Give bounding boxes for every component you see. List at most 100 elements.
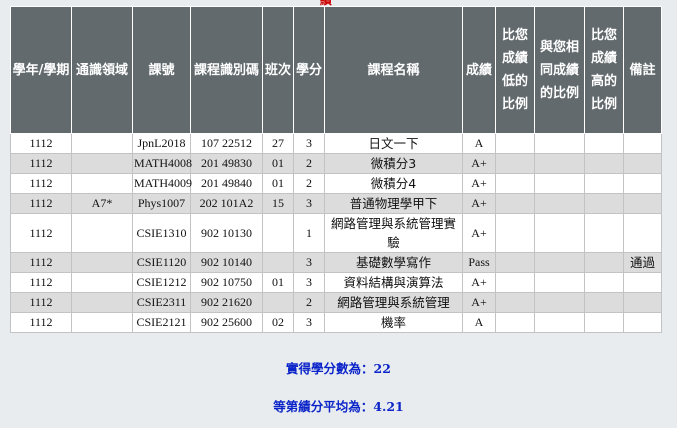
cell-note [623, 272, 662, 293]
cell-course-id: 902 21620 [190, 292, 263, 313]
cell-grade: A [462, 133, 496, 154]
total-credits-label: 實得學分數為： [286, 361, 374, 376]
table-row: 1112 CSIE1120 902 10140 3 基礎數學寫作 Pass 通過 [10, 252, 662, 273]
cell-field [71, 272, 133, 293]
cell-class: 02 [262, 312, 294, 333]
cell-same-ratio [534, 252, 585, 273]
cell-class: 01 [262, 153, 294, 174]
cell-note [623, 173, 662, 194]
cell-grade: A+ [462, 292, 496, 313]
gpa-line: 等第績分平均為：4.21 [0, 396, 677, 415]
cell-class: 01 [262, 272, 294, 293]
cell-term: 1112 [10, 312, 72, 333]
table-row: 1112 MATH4009 201 49840 01 2 微積分4 A+ [10, 173, 662, 194]
cell-higher-ratio [584, 272, 624, 293]
cell-same-ratio [534, 153, 585, 174]
cell-course-id: 902 25600 [190, 312, 263, 333]
table-header-row: 學年/學期 通識領域 課號 課程識別碼 班次 學分 課程名稱 成績 比您成績低的… [10, 6, 662, 134]
cell-field [71, 252, 133, 273]
cell-grade: A+ [462, 213, 496, 253]
cell-lower-ratio [495, 272, 535, 293]
cell-note [623, 153, 662, 174]
table-row: 1112 JpnL2018 107 22512 27 3 日文一下 A [10, 133, 662, 154]
header-credits: 學分 [293, 6, 325, 134]
header-higher-ratio: 比您成績高的比例 [584, 6, 624, 134]
cell-term: 1112 [10, 292, 72, 313]
cell-credits: 3 [293, 312, 325, 333]
header-note: 備註 [623, 6, 662, 134]
cell-note [623, 213, 662, 253]
header-same-ratio: 與您相同成績的比例 [534, 6, 585, 134]
cell-same-ratio [534, 312, 585, 333]
cell-credits: 1 [293, 213, 325, 253]
header-grade: 成績 [462, 6, 496, 134]
header-field: 通識領域 [71, 6, 133, 134]
cell-lower-ratio [495, 193, 535, 214]
cell-course-name: 基礎數學寫作 [324, 252, 463, 273]
header-class: 班次 [262, 6, 294, 134]
cell-class [262, 252, 294, 273]
cell-term: 1112 [10, 272, 72, 293]
cell-field [71, 292, 133, 313]
header-lower-ratio: 比您成績低的比例 [495, 6, 535, 134]
cell-field [71, 312, 133, 333]
gpa-value: 4.21 [373, 399, 404, 414]
cell-course-name: 日文一下 [324, 133, 463, 154]
table-row: 1112 CSIE2121 902 25600 02 3 機率 A [10, 312, 662, 333]
cell-note [623, 292, 662, 313]
cell-course-name: 普通物理學甲下 [324, 193, 463, 214]
cell-lower-ratio [495, 173, 535, 194]
cell-class: 15 [262, 193, 294, 214]
cell-lower-ratio [495, 133, 535, 154]
cell-higher-ratio [584, 312, 624, 333]
cell-lower-ratio [495, 292, 535, 313]
cell-note [623, 312, 662, 333]
cell-credits: 3 [293, 193, 325, 214]
cell-higher-ratio [584, 252, 624, 273]
cell-course-id: 201 49830 [190, 153, 263, 174]
cell-course-id: 902 10130 [190, 213, 263, 253]
cell-course-name: 微積分3 [324, 153, 463, 174]
cell-course-no: CSIE1120 [132, 252, 191, 273]
cell-same-ratio [534, 173, 585, 194]
cell-course-name: 網路管理與系統管理實驗 [324, 213, 463, 253]
header-term: 學年/學期 [10, 6, 72, 134]
cell-course-no: CSIE1310 [132, 213, 191, 253]
cell-same-ratio [534, 292, 585, 313]
cell-higher-ratio [584, 213, 624, 253]
cell-lower-ratio [495, 213, 535, 253]
cell-lower-ratio [495, 153, 535, 174]
cell-lower-ratio [495, 312, 535, 333]
cell-course-no: JpnL2018 [132, 133, 191, 154]
cell-higher-ratio [584, 173, 624, 194]
cell-course-no: Phys1007 [132, 193, 191, 214]
cell-course-no: CSIE2311 [132, 292, 191, 313]
cell-class [262, 213, 294, 253]
cell-credits: 2 [293, 292, 325, 313]
table-row: 1112 MATH4008 201 49830 01 2 微積分3 A+ [10, 153, 662, 174]
cell-same-ratio [534, 272, 585, 293]
cell-course-name: 網路管理與系統管理 [324, 292, 463, 313]
cell-course-id: 902 10140 [190, 252, 263, 273]
header-course-name: 課程名稱 [324, 6, 463, 134]
cell-same-ratio [534, 213, 585, 253]
cell-course-id: 902 10750 [190, 272, 263, 293]
cell-class: 01 [262, 173, 294, 194]
cell-field [71, 173, 133, 194]
cell-grade: A+ [462, 173, 496, 194]
table-row: 1112 CSIE1310 902 10130 1 網路管理與系統管理實驗 A+ [10, 213, 662, 253]
cell-same-ratio [534, 193, 585, 214]
cell-grade: A+ [462, 193, 496, 214]
cell-grade: A+ [462, 272, 496, 293]
cell-class: 27 [262, 133, 294, 154]
cell-course-id: 202 101A2 [190, 193, 263, 214]
cell-credits: 3 [293, 252, 325, 273]
cell-higher-ratio [584, 133, 624, 154]
cell-course-id: 201 49840 [190, 173, 263, 194]
total-credits-value: 22 [373, 361, 391, 376]
cell-course-no: MATH4008 [132, 153, 192, 174]
cell-course-id: 107 22512 [190, 133, 263, 154]
cell-field [71, 153, 133, 174]
table-row: 1112 CSIE2311 902 21620 2 網路管理與系統管理 A+ [10, 292, 662, 313]
cell-grade: A [462, 312, 496, 333]
